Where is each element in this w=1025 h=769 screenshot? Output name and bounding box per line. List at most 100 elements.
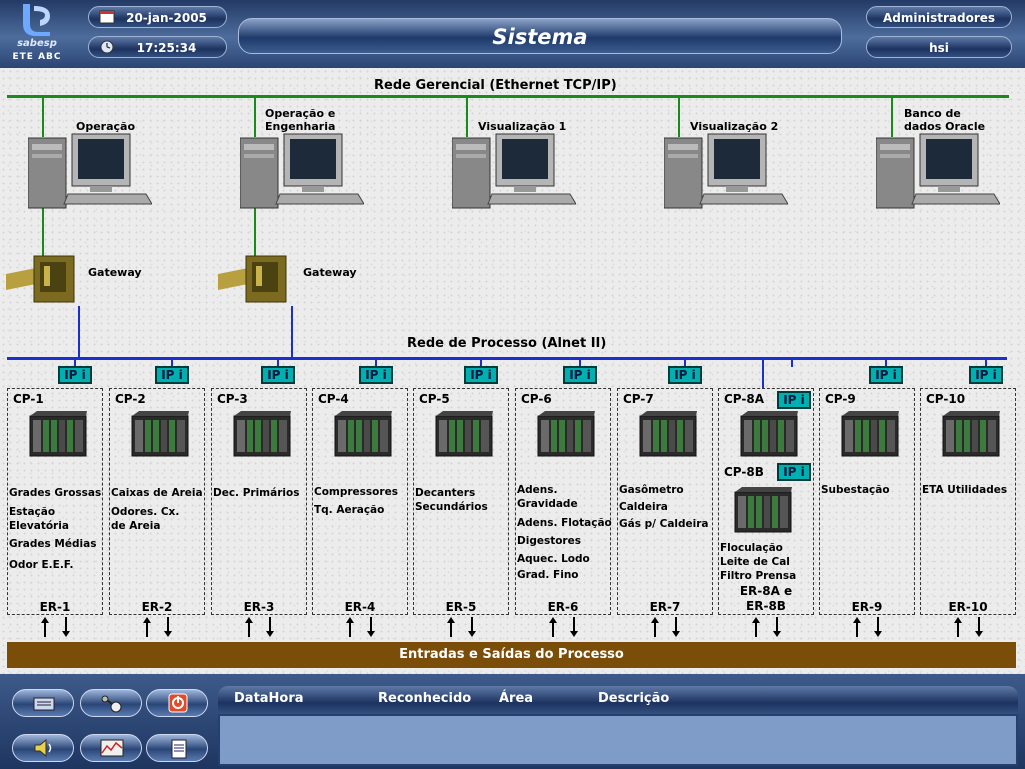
ip-module[interactable]: IP i — [777, 463, 811, 481]
plc-rack-icon[interactable] — [942, 410, 1000, 458]
column-descricao[interactable]: Descrição — [598, 691, 669, 706]
calendar-icon — [99, 10, 115, 24]
controller-function: Dec. Primários — [213, 487, 300, 499]
controller-name: CP-7 — [623, 392, 654, 406]
plc-rack-icon[interactable] — [740, 410, 798, 458]
computer-icon[interactable] — [876, 132, 1000, 212]
net-drop — [891, 97, 893, 137]
document-icon — [171, 739, 187, 759]
computer-icon[interactable] — [240, 132, 364, 212]
date-text: 20-jan-2005 — [126, 11, 207, 25]
management-network-line — [7, 95, 1009, 98]
gateway-icon[interactable] — [6, 252, 76, 308]
controller-function: Floculação Leite de Cal Filtro Prensa — [720, 542, 797, 582]
output-arrow-icon — [975, 617, 983, 637]
input-arrow-icon — [954, 617, 962, 637]
plc-rack-icon[interactable] — [639, 410, 697, 458]
ip-drop — [762, 359, 764, 389]
computer-icon[interactable] — [664, 132, 788, 212]
ip-module[interactable]: IP i — [155, 366, 189, 384]
power-button[interactable] — [146, 689, 208, 717]
alarm-table-header: DataHora Reconhecido Área Descrição — [218, 686, 1018, 714]
remote-station-label: ER-9 — [851, 600, 883, 614]
user-button[interactable]: hsi — [866, 36, 1012, 58]
process-network-line — [7, 357, 1007, 360]
sound-button[interactable] — [12, 734, 74, 762]
process-io-bar: Entradas e Saídas do Processo — [7, 642, 1016, 668]
output-arrow-icon — [874, 617, 882, 637]
folder-icon — [33, 697, 55, 711]
ip-module[interactable]: IP i — [869, 366, 903, 384]
gateway-label: Gateway — [88, 266, 142, 279]
clock-icon — [100, 40, 114, 54]
time-text: 17:25:34 — [136, 41, 197, 55]
user-group-button[interactable]: Administradores — [866, 6, 1012, 28]
keys-button[interactable] — [80, 689, 142, 717]
time-display: 17:25:34 — [88, 36, 227, 58]
ip-module[interactable]: IP i — [359, 366, 393, 384]
ip-module[interactable]: IP i — [969, 366, 1003, 384]
column-reconhecido[interactable]: Reconhecido — [378, 691, 471, 706]
controller-function: Grades Grossas — [9, 487, 102, 499]
computer-icon[interactable] — [452, 132, 576, 212]
ip-module[interactable]: IP i — [58, 366, 92, 384]
trend-button[interactable] — [80, 734, 142, 762]
report-button[interactable] — [146, 734, 208, 762]
controller-name: CP-5 — [419, 392, 450, 406]
plc-rack-icon[interactable] — [734, 486, 792, 534]
remote-station-label: ER-3 — [243, 600, 275, 614]
plc-rack-icon[interactable] — [435, 410, 493, 458]
remote-station-label: ER-4 — [344, 600, 376, 614]
output-arrow-icon — [266, 617, 274, 637]
trend-chart-icon — [100, 739, 124, 757]
plc-rack-icon[interactable] — [233, 410, 291, 458]
gateway-icon[interactable] — [218, 252, 288, 308]
controller-function: Odores. Cx. de Areia — [111, 506, 180, 532]
controller-function: Tq. Aeração — [314, 504, 385, 516]
output-arrow-icon — [468, 617, 476, 637]
input-arrow-icon — [447, 617, 455, 637]
plc-rack-icon[interactable] — [537, 410, 595, 458]
plc-rack-icon[interactable] — [334, 410, 392, 458]
remote-station-label: ER-10 — [948, 600, 988, 614]
ip-module[interactable]: IP i — [668, 366, 702, 384]
controller-function: Odor E.E.F. — [9, 559, 74, 571]
remote-station-label: ER-1 — [39, 600, 71, 614]
ip-module[interactable]: IP i — [777, 391, 811, 409]
remote-station-label: ER-8A e ER-8B — [739, 584, 793, 613]
controller-name: CP-8B — [724, 465, 764, 479]
folder-button[interactable] — [12, 689, 74, 717]
input-arrow-icon — [346, 617, 354, 637]
ip-module[interactable]: IP i — [261, 366, 295, 384]
input-arrow-icon — [41, 617, 49, 637]
remote-station-label: ER-2 — [141, 600, 173, 614]
output-arrow-icon — [62, 617, 70, 637]
ip-module[interactable]: IP i — [464, 366, 498, 384]
controller-function: Grad. Fino — [517, 569, 579, 581]
remote-station-label: ER-5 — [445, 600, 477, 614]
speaker-icon — [34, 738, 52, 758]
controller-name: CP-2 — [115, 392, 146, 406]
controller-name: CP-3 — [217, 392, 248, 406]
plc-rack-icon[interactable] — [29, 410, 87, 458]
gateway-link — [78, 306, 80, 358]
controller-function: Adens. Flotação — [517, 517, 612, 529]
ip-drop — [791, 359, 793, 367]
site-name: ETE ABC — [12, 52, 62, 62]
controller-function: Aquec. Lodo — [517, 553, 590, 565]
alarm-table-body[interactable] — [218, 714, 1018, 766]
plc-rack-icon[interactable] — [841, 410, 899, 458]
computer-icon[interactable] — [28, 132, 152, 212]
input-arrow-icon — [549, 617, 557, 637]
controller-function: Subestação — [821, 484, 890, 496]
management-network-label: Rede Gerencial (Ethernet TCP/IP) — [374, 78, 617, 93]
column-area[interactable]: Área — [499, 691, 533, 706]
output-arrow-icon — [773, 617, 781, 637]
controller-function: Digestores — [517, 535, 581, 547]
ip-module[interactable]: IP i — [563, 366, 597, 384]
gateway-link — [291, 306, 293, 358]
page-title: Sistema — [238, 18, 842, 54]
controller-function: Caldeira — [619, 501, 668, 513]
column-datahora[interactable]: DataHora — [234, 691, 304, 706]
plc-rack-icon[interactable] — [131, 410, 189, 458]
